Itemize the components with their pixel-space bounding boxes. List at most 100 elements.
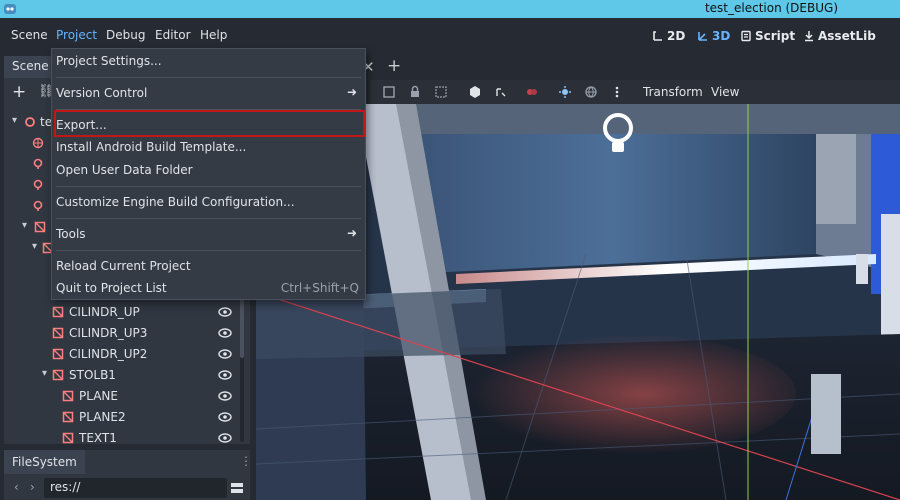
2d-icon <box>653 31 662 41</box>
menu-item-label: Tools <box>56 227 86 241</box>
tab-filesystem[interactable]: FileSystem <box>4 450 85 474</box>
window-title: test_election (DEBUG) <box>704 1 838 15</box>
transform-menu[interactable]: Transform <box>643 85 703 99</box>
lock-icon[interactable] <box>408 85 422 99</box>
menu-item-export[interactable]: Export... <box>52 114 365 136</box>
grid-snap-icon[interactable] <box>382 85 396 99</box>
menu-item-label: Version Control <box>56 86 148 100</box>
workspace-2d-label: 2D <box>667 29 686 43</box>
visibility-eye-icon[interactable] <box>218 433 232 443</box>
particles-icon[interactable] <box>525 85 539 99</box>
node-label: CILINDR_UP3 <box>69 326 148 340</box>
sun-icon[interactable] <box>558 85 572 99</box>
tree-row-cilindr-up2[interactable]: CILINDR_UP2 <box>4 344 250 365</box>
menu-item-shortcut: Ctrl+Shift+Q <box>280 281 359 295</box>
submenu-arrow-icon: ➜ <box>346 85 357 99</box>
script-icon <box>741 30 751 42</box>
collapse-arrow-icon[interactable]: ▾ <box>32 241 37 252</box>
light-node-icon <box>33 158 43 169</box>
menu-help[interactable]: Help <box>200 28 227 42</box>
tree-row-cilindr-up3[interactable]: CILINDR_UP3 <box>4 323 250 344</box>
more-options-icon[interactable] <box>610 85 624 99</box>
collapse-arrow-icon[interactable]: ▾ <box>42 368 47 379</box>
menu-scene[interactable]: Scene <box>11 28 48 42</box>
viewport-toolbar: Transform View <box>370 80 900 104</box>
menu-item-project-settings[interactable]: Project Settings... <box>52 50 365 72</box>
add-node-icon[interactable]: + <box>12 82 26 102</box>
node-label: STOLB1 <box>69 368 116 382</box>
menu-debug[interactable]: Debug <box>106 28 145 42</box>
menu-editor[interactable]: Editor <box>155 28 191 42</box>
mesh-instance-icon <box>62 432 74 444</box>
tree-row-text1[interactable]: TEXT1 <box>4 428 250 444</box>
node-label: TEXT1 <box>79 431 117 444</box>
group-icon[interactable] <box>434 85 448 99</box>
workspace-assetlib-label: AssetLib <box>818 29 876 43</box>
forward-arrow-icon[interactable]: › <box>30 480 35 494</box>
menu-separator <box>56 186 361 187</box>
list-view-icon[interactable] <box>230 481 244 495</box>
workspace-script-label: Script <box>755 29 796 43</box>
3d-icon <box>698 32 707 41</box>
tree-row-plane2[interactable]: PLANE2 <box>4 407 250 428</box>
mesh-instance-icon <box>52 348 64 360</box>
mesh-instance-icon <box>62 390 74 402</box>
workspace-2d-button[interactable]: 2D <box>652 29 685 43</box>
visibility-eye-icon[interactable] <box>218 412 232 422</box>
light-node-icon <box>33 200 43 211</box>
mesh-instance-icon <box>52 306 64 318</box>
project-menu-dropdown: Project Settings... Version Control ➜ Ex… <box>51 48 366 300</box>
menu-item-install-android-template[interactable]: Install Android Build Template... <box>52 136 365 158</box>
submenu-arrow-icon: ➜ <box>346 226 357 240</box>
visibility-eye-icon[interactable] <box>218 370 232 380</box>
menu-project[interactable]: Project <box>56 28 97 42</box>
workspace-script-button[interactable]: Script <box>740 29 795 43</box>
menu-item-label: Customize Engine Build Configuration... <box>56 195 295 209</box>
menu-item-tools[interactable]: Tools ➜ <box>52 223 365 245</box>
menu-item-quit-to-project-list[interactable]: Quit to Project List Ctrl+Shift+Q <box>52 277 365 299</box>
node-label: PLANE <box>79 389 118 403</box>
menu-item-reload-project[interactable]: Reload Current Project <box>52 255 365 277</box>
visibility-eye-icon[interactable] <box>218 328 232 338</box>
menu-item-label: Project Settings... <box>56 54 162 68</box>
add-tab-icon[interactable]: + <box>387 56 401 76</box>
visibility-eye-icon[interactable] <box>218 307 232 317</box>
menu-item-customize-engine-build[interactable]: Customize Engine Build Configuration... <box>52 191 365 213</box>
back-arrow-icon[interactable]: ‹ <box>14 480 19 494</box>
collapse-arrow-icon[interactable]: ▾ <box>22 220 27 231</box>
mesh-icon[interactable] <box>468 85 482 99</box>
workspace-3d-label: 3D <box>712 29 731 43</box>
filesystem-path-input[interactable]: res:// <box>44 478 227 498</box>
collapse-arrow-icon[interactable]: ▾ <box>12 115 17 126</box>
view-menu[interactable]: View <box>711 85 739 99</box>
download-icon <box>805 31 813 42</box>
window-titlebar: test_election (DEBUG) <box>0 0 900 18</box>
menu-separator <box>56 218 361 219</box>
workspace-3d-button[interactable]: 3D <box>697 29 730 43</box>
visibility-eye-icon[interactable] <box>218 391 232 401</box>
tree-row-plane[interactable]: PLANE <box>4 386 250 407</box>
tree-row-stolb1[interactable]: ▾ STOLB1 <box>4 365 250 386</box>
menu-separator <box>56 250 361 251</box>
tree-row-cilindr-up[interactable]: CILINDR_UP <box>4 302 250 323</box>
godot-logo-icon <box>4 4 16 14</box>
snap-icon[interactable] <box>494 85 508 99</box>
menu-item-label: Quit to Project List <box>56 281 167 295</box>
dock-options-icon[interactable]: ⋮ <box>240 454 252 468</box>
globe-icon[interactable] <box>584 85 598 99</box>
node3d-icon <box>25 117 35 127</box>
visibility-eye-icon[interactable] <box>218 349 232 359</box>
menu-item-label: Open User Data Folder <box>56 163 193 177</box>
tab-scene[interactable]: Scene <box>4 56 57 78</box>
world-environment-icon <box>32 137 44 149</box>
mesh-instance-icon <box>34 221 46 233</box>
mesh-instance-icon <box>62 411 74 423</box>
menu-item-version-control[interactable]: Version Control ➜ <box>52 82 365 104</box>
node-label: CILINDR_UP <box>69 305 140 319</box>
workspace-assetlib-button[interactable]: AssetLib <box>803 29 876 43</box>
light-node-icon <box>33 179 43 190</box>
menu-item-open-user-data[interactable]: Open User Data Folder <box>52 159 365 181</box>
mesh-instance-icon <box>52 327 64 339</box>
filesystem-dock: FileSystem ⋮ ‹ › res:// <box>4 450 252 500</box>
mesh-instance-icon <box>52 369 64 381</box>
